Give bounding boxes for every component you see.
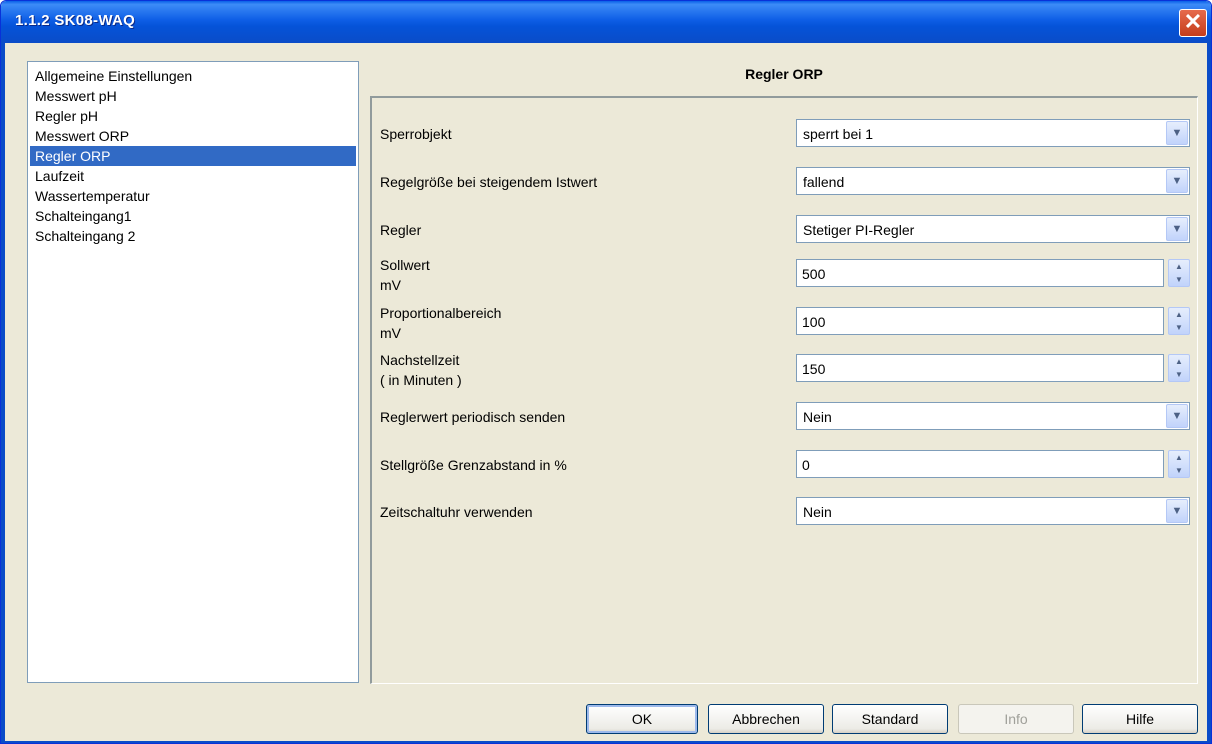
- param-row-nachstellzeit: Nachstellzeit ( in Minuten ) 150 ▲ ▼: [380, 352, 1198, 388]
- spin-up-icon[interactable]: ▲: [1169, 260, 1189, 273]
- spin-input[interactable]: 150: [796, 354, 1164, 382]
- window-title: 1.1.2 SK08-WAQ: [15, 12, 136, 29]
- param-row-zeitschaltuhr: Zeitschaltuhr verwenden Nein ▼: [380, 497, 1198, 527]
- spin-value: 100: [802, 314, 826, 330]
- chevron-down-icon[interactable]: ▼: [1166, 121, 1188, 145]
- cancel-button[interactable]: Abbrechen: [708, 704, 824, 734]
- chevron-down-icon[interactable]: ▼: [1166, 404, 1188, 428]
- ok-button[interactable]: OK: [586, 704, 698, 734]
- spin-buttons[interactable]: ▲ ▼: [1168, 307, 1190, 335]
- param-label: Nachstellzeit ( in Minuten ): [380, 350, 462, 390]
- param-label: Regelgröße bei steigendem Istwert: [380, 174, 598, 190]
- nav-item-schalteingang-2[interactable]: Schalteingang 2: [28, 226, 358, 246]
- select-value: Nein: [803, 504, 832, 520]
- nav-item-regler-orp[interactable]: Regler ORP: [30, 146, 356, 166]
- param-row-reglerwert-senden: Reglerwert periodisch senden Nein ▼: [380, 402, 1198, 432]
- spin-input[interactable]: 500: [796, 259, 1164, 287]
- spin-value: 150: [802, 361, 826, 377]
- param-label: Sollwert mV: [380, 255, 430, 295]
- spin-value: 0: [802, 457, 810, 473]
- param-label: Stellgröße Grenzabstand in %: [380, 457, 567, 473]
- spin-down-icon[interactable]: ▼: [1169, 368, 1189, 381]
- spin-input[interactable]: 0: [796, 450, 1164, 478]
- select-value: Nein: [803, 409, 832, 425]
- spin-up-icon[interactable]: ▲: [1169, 308, 1189, 321]
- param-label-line1: Proportionalbereich: [380, 305, 502, 321]
- param-row-sperrobjekt: Sperrobjekt sperrt bei 1 ▼: [380, 119, 1198, 149]
- info-button: Info: [958, 704, 1074, 734]
- sollwert-spinbox[interactable]: 500 ▲ ▼: [796, 259, 1190, 287]
- spin-buttons[interactable]: ▲ ▼: [1168, 259, 1190, 287]
- param-row-proportionalbereich: Proportionalbereich mV 100 ▲ ▼: [380, 305, 1198, 341]
- param-label: Reglerwert periodisch senden: [380, 409, 566, 425]
- spin-up-icon[interactable]: ▲: [1169, 451, 1189, 464]
- proportionalbereich-spinbox[interactable]: 100 ▲ ▼: [796, 307, 1190, 335]
- panel-title: Regler ORP: [745, 66, 823, 82]
- chevron-down-icon[interactable]: ▼: [1166, 217, 1188, 241]
- regler-select[interactable]: Stetiger PI-Regler ▼: [796, 215, 1190, 243]
- param-label: Proportionalbereich mV: [380, 303, 501, 343]
- regelgroesse-select[interactable]: fallend ▼: [796, 167, 1190, 195]
- spin-buttons[interactable]: ▲ ▼: [1168, 450, 1190, 478]
- param-label-unit: mV: [380, 277, 401, 293]
- param-label: Sperrobjekt: [380, 126, 452, 142]
- spin-value: 500: [802, 266, 826, 282]
- nav-item-laufzeit[interactable]: Laufzeit: [28, 166, 358, 186]
- parameter-nav-list[interactable]: Allgemeine Einstellungen Messwert pH Reg…: [27, 61, 359, 683]
- param-label: Regler: [380, 222, 422, 238]
- spin-down-icon[interactable]: ▼: [1169, 321, 1189, 334]
- nav-item-messwert-ph[interactable]: Messwert pH: [28, 86, 358, 106]
- select-value: Stetiger PI-Regler: [803, 222, 915, 238]
- nachstellzeit-spinbox[interactable]: 150 ▲ ▼: [796, 354, 1190, 382]
- spin-buttons[interactable]: ▲ ▼: [1168, 354, 1190, 382]
- param-row-sollwert: Sollwert mV 500 ▲ ▼: [380, 257, 1198, 293]
- close-button[interactable]: ✕: [1179, 9, 1207, 37]
- param-label-unit: ( in Minuten ): [380, 372, 462, 388]
- chevron-down-icon[interactable]: ▼: [1166, 169, 1188, 193]
- close-icon: ✕: [1183, 9, 1203, 34]
- help-button[interactable]: Hilfe: [1082, 704, 1198, 734]
- title-bar[interactable]: 1.1.2 SK08-WAQ ✕: [1, 1, 1211, 43]
- chevron-down-icon[interactable]: ▼: [1166, 499, 1188, 523]
- sperrobjekt-select[interactable]: sperrt bei 1 ▼: [796, 119, 1190, 147]
- nav-item-schalteingang1[interactable]: Schalteingang1: [28, 206, 358, 226]
- spin-up-icon[interactable]: ▲: [1169, 355, 1189, 368]
- param-label-line1: Nachstellzeit: [380, 352, 460, 368]
- nav-item-allgemeine-einstellungen[interactable]: Allgemeine Einstellungen: [28, 66, 358, 86]
- param-row-regelgroesse: Regelgröße bei steigendem Istwert fallen…: [380, 167, 1198, 197]
- select-value: fallend: [803, 174, 845, 190]
- param-row-regler: Regler Stetiger PI-Regler ▼: [380, 215, 1198, 245]
- nav-item-wassertemperatur[interactable]: Wassertemperatur: [28, 186, 358, 206]
- select-value: sperrt bei 1: [803, 126, 874, 142]
- zeitschaltuhr-select[interactable]: Nein ▼: [796, 497, 1190, 525]
- standard-button[interactable]: Standard: [832, 704, 948, 734]
- param-label-line1: Sollwert: [380, 257, 430, 273]
- reglerwert-senden-select[interactable]: Nein ▼: [796, 402, 1190, 430]
- spin-input[interactable]: 100: [796, 307, 1164, 335]
- param-row-grenzabstand: Stellgröße Grenzabstand in % 0 ▲ ▼: [380, 450, 1198, 480]
- spin-down-icon[interactable]: ▼: [1169, 273, 1189, 286]
- param-label-unit: mV: [380, 325, 401, 341]
- grenzabstand-spinbox[interactable]: 0 ▲ ▼: [796, 450, 1190, 478]
- nav-item-regler-ph[interactable]: Regler pH: [28, 106, 358, 126]
- spin-down-icon[interactable]: ▼: [1169, 464, 1189, 477]
- nav-item-messwert-orp[interactable]: Messwert ORP: [28, 126, 358, 146]
- param-label: Zeitschaltuhr verwenden: [380, 504, 533, 520]
